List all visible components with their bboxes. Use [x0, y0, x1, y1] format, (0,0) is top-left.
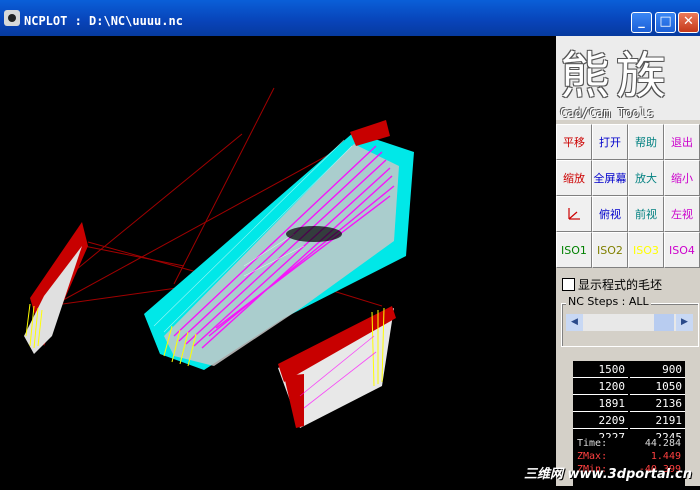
zoom-button[interactable]: 缩放 [556, 160, 592, 196]
zmax-value: 1.449 [650, 451, 681, 462]
scroll-right-button[interactable]: ▶ [676, 314, 693, 331]
open-button[interactable]: 打开 [592, 124, 628, 160]
window-title: NCPLOT : D:\NC\uuuu.nc [24, 14, 183, 28]
axis-icon [568, 208, 580, 220]
time-value: 44.284 [644, 438, 681, 449]
scroll-left-button[interactable]: ◀ [566, 314, 583, 331]
show-stock-checkbox[interactable] [562, 278, 575, 291]
title-bar[interactable]: NCPLOT : D:\NC\uuuu.nc _ □ ✕ [0, 0, 700, 36]
time-label: Time: [577, 438, 608, 449]
maximize-button[interactable]: □ [655, 12, 676, 33]
table-cell: 1500 [573, 363, 628, 378]
stock-table: 1500 900 1200 1050 1891 2136 2209 2191 2… [573, 361, 685, 448]
table-cell: 1200 [573, 380, 628, 395]
app-icon[interactable] [4, 10, 20, 26]
exit-button[interactable]: 退出 [664, 124, 700, 160]
show-stock-option[interactable]: 显示程式的毛坯 [562, 276, 662, 293]
nc-steps-group: NC Steps : ALL ◀ ▶ [561, 295, 699, 347]
iso2-button[interactable]: ISO2 [592, 232, 628, 268]
watermark: 三维网 www.3dportal.cn [523, 467, 692, 482]
table-cell: 1050 [630, 380, 685, 395]
toolbar-grid: 平移 打开 帮助 退出 缩放 全屏幕 放大 缩小 俯视 前视 左视 ISO1 I… [556, 124, 700, 268]
nc-steps-scrollbar[interactable]: ◀ ▶ [566, 314, 693, 331]
help-button[interactable]: 帮助 [628, 124, 664, 160]
side-panel: 熊族 Cad/Cam Tools 平移 打开 帮助 退出 缩放 全屏幕 放大 缩… [556, 36, 700, 486]
logo: 熊族 Cad/Cam Tools [556, 36, 700, 120]
rotate-view-button[interactable] [556, 196, 592, 232]
right-part [278, 306, 396, 428]
zoom-out-button[interactable]: 缩小 [664, 160, 700, 196]
scroll-thumb[interactable] [654, 314, 674, 331]
toolpath-viewport[interactable] [4, 36, 555, 486]
iso3-button[interactable]: ISO3 [628, 232, 664, 268]
time-readout: Time: 44.284 [573, 438, 685, 451]
table-cell: 900 [630, 363, 685, 378]
nc-steps-label: NC Steps : ALL [566, 295, 651, 308]
logo-subtitle: Cad/Cam Tools [560, 106, 654, 120]
table-cell: 2191 [630, 414, 685, 429]
left-view-button[interactable]: 左视 [664, 196, 700, 232]
minimize-button[interactable]: _ [631, 12, 652, 33]
front-view-button[interactable]: 前视 [628, 196, 664, 232]
iso1-button[interactable]: ISO1 [556, 232, 592, 268]
table-cell: 2209 [573, 414, 628, 429]
left-part [24, 222, 88, 354]
close-button[interactable]: ✕ [678, 12, 699, 33]
fullscreen-button[interactable]: 全屏幕 [592, 160, 628, 196]
zoom-in-button[interactable]: 放大 [628, 160, 664, 196]
iso4-button[interactable]: ISO4 [664, 232, 700, 268]
table-cell: 1891 [573, 397, 628, 412]
pan-button[interactable]: 平移 [556, 124, 592, 160]
toolpath-plot [24, 87, 414, 428]
logo-title: 熊族 [560, 47, 672, 105]
table-cell: 2136 [630, 397, 685, 412]
zmax-label: ZMax: [577, 451, 608, 462]
show-stock-label: 显示程式的毛坯 [578, 278, 663, 292]
top-view-button[interactable]: 俯视 [592, 196, 628, 232]
